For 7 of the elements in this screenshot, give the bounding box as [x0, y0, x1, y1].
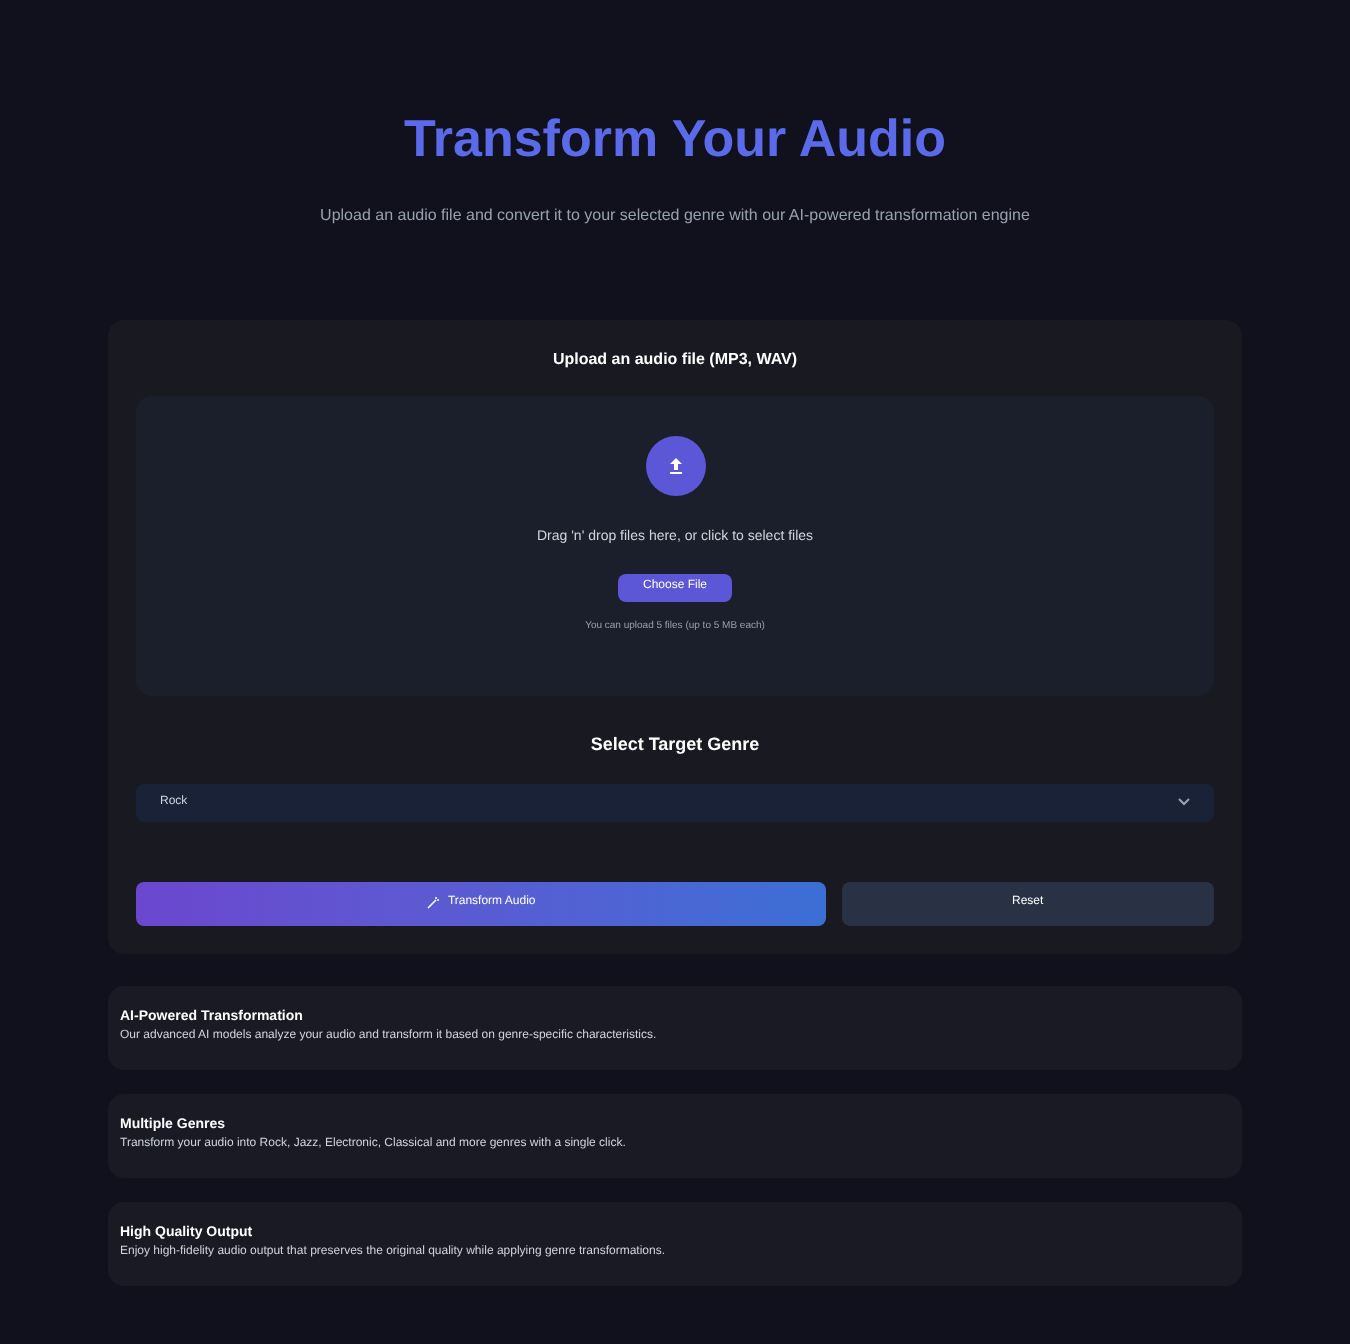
page-title: Transform Your Audio	[403, 106, 947, 172]
upload-icon	[645, 436, 705, 496]
page-subtitle: Upload an audio file and convert it to your selected genre with our AI-powered transformation engine	[318, 204, 1032, 228]
wand-icon	[425, 896, 440, 910]
chevron-down-icon	[1178, 798, 1190, 806]
genre-label: Select Target Genre	[590, 732, 760, 758]
upload-label: Upload an audio file (MP3, WAV)	[552, 348, 798, 372]
